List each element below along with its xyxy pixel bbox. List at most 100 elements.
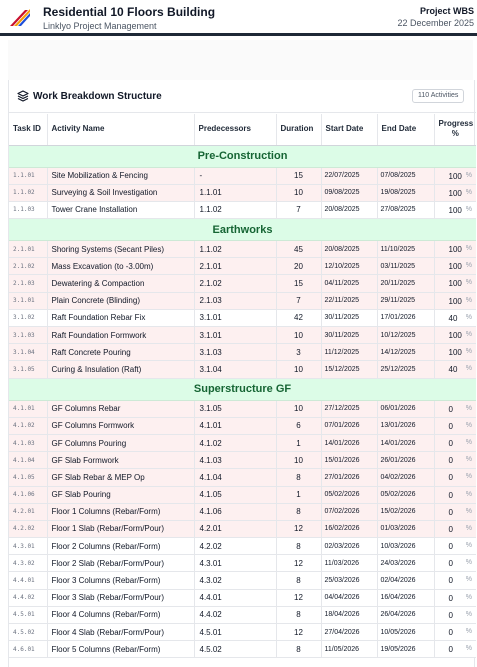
table-row[interactable]: 4.1.03 GF Columns Pouring 4.1.02 1 14/01/202… (9, 434, 476, 453)
progress-cell[interactable]: 40% (434, 309, 476, 328)
table-row[interactable]: 4.5.01 Floor 4 Columns (Rebar/Form) 4.4.02… (9, 606, 476, 625)
progress-cell[interactable]: 100% (434, 167, 476, 185)
table-row[interactable]: 1.1.03 Tower Crane Installation 1.1.02 7 20/… (9, 201, 476, 220)
progress-value[interactable]: 0 (449, 439, 453, 448)
table-row[interactable]: 4.1.05 GF Slab Rebar & MEP Op 4.1.04 8 27/01… (9, 468, 476, 487)
table-row[interactable]: 4.1.04 GF Slab Formwork 4.1.03 10 15/01/2026… (9, 451, 476, 470)
column-header-task-id[interactable]: Task ID (9, 114, 48, 146)
progress-cell[interactable]: 100% (434, 343, 476, 362)
table-row[interactable]: 2.1.03 Dewatering & Compaction 2.1.02 15 04/… (9, 274, 476, 293)
activity-name-cell: GF Slab Formwork (47, 451, 195, 470)
progress-value[interactable]: 0 (449, 559, 453, 568)
progress-cell[interactable]: 0% (434, 486, 476, 504)
table-row[interactable]: 3.1.01 Plain Concrete (Blinding) 2.1.03 7 22… (9, 292, 476, 310)
progress-value[interactable]: 0 (449, 491, 453, 500)
table-row[interactable]: 2.1.02 Mass Excavation (to -3.00m) 2.1.01 2… (9, 257, 476, 276)
table-row[interactable]: 4.1.02 GF Columns Formwork 4.1.01 6 07/01/20… (9, 417, 476, 435)
progress-cell[interactable]: 100% (434, 292, 476, 310)
activity-name-cell: Dewatering & Compaction (47, 274, 195, 293)
progress-cell[interactable]: 100% (434, 274, 476, 293)
table-row[interactable]: 3.1.02 Raft Foundation Rebar Fix 3.1.01 42 3… (9, 309, 476, 328)
progress-value[interactable]: 100 (449, 189, 462, 198)
progress-value[interactable]: 100 (449, 331, 462, 340)
percent-sign: % (465, 610, 472, 618)
progress-value[interactable]: 0 (449, 645, 453, 654)
progress-cell[interactable]: 0% (434, 400, 476, 418)
progress-value[interactable]: 100 (449, 172, 462, 181)
progress-cell[interactable]: 40% (434, 360, 476, 379)
activity-name-cell: Floor 1 Slab (Rebar/Form/Pour) (47, 520, 195, 539)
progress-cell[interactable]: 0% (434, 571, 476, 590)
column-header-progress[interactable]: Progress % (434, 114, 476, 146)
progress-cell[interactable]: 0% (434, 589, 476, 607)
progress-cell[interactable]: 100% (434, 240, 476, 259)
column-header-predecessors[interactable]: Predecessors (194, 114, 277, 146)
progress-cell[interactable]: 0% (434, 623, 476, 642)
predecessors-cell: 4.1.03 (194, 451, 277, 470)
table-row[interactable]: 1.1.01 Site Mobilization & Fencing -15 22/0… (9, 167, 476, 185)
column-header-end-date[interactable]: End Date (377, 114, 435, 146)
table-row[interactable]: 4.5.02 Floor 4 Slab (Rebar/Form/Pour) 4.5.… (9, 623, 476, 642)
table-row[interactable]: 4.4.01 Floor 3 Columns (Rebar/Form) 4.3.02… (9, 571, 476, 590)
progress-value[interactable]: 0 (449, 508, 453, 517)
table-row[interactable]: 3.1.03 Raft Foundation Formwork 3.1.01 10 30… (9, 326, 476, 345)
table-row[interactable]: 1.1.02 Surveying & Soil Investigation 1.1.… (9, 184, 476, 202)
task-id-cell: 4.1.06 (9, 486, 48, 504)
table-row[interactable]: 3.1.04 Raft Concrete Pouring 3.1.03 3 11/12/… (9, 343, 476, 362)
progress-value[interactable]: 40 (449, 314, 458, 323)
progress-cell[interactable]: 0% (434, 606, 476, 625)
table-row[interactable]: 4.2.02 Floor 1 Slab (Rebar/Form/Pour) 4.2.… (9, 520, 476, 539)
progress-value[interactable]: 40 (449, 365, 458, 374)
progress-value[interactable]: 100 (449, 262, 462, 271)
table-row[interactable]: 4.4.02 Floor 3 Slab (Rebar/Form/Pour) 4.4.… (9, 589, 476, 607)
progress-cell[interactable]: 0% (434, 451, 476, 470)
progress-value[interactable]: 0 (449, 525, 453, 534)
progress-value[interactable]: 0 (449, 628, 453, 637)
progress-cell[interactable]: 0% (434, 520, 476, 539)
table-row[interactable]: 4.3.02 Floor 2 Slab (Rebar/Form/Pour) 4.3.… (9, 554, 476, 573)
progress-value[interactable]: 0 (449, 542, 453, 551)
activity-name-cell: GF Columns Rebar (47, 400, 195, 418)
progress-value[interactable]: 0 (449, 576, 453, 585)
start-date-cell: 30/11/2025 (321, 309, 378, 328)
end-date-cell: 14/01/2026 (377, 434, 435, 453)
progress-value[interactable]: 100 (449, 279, 462, 288)
table-row[interactable]: 2.1.01 Shoring Systems (Secant Piles) 1.1.… (9, 240, 476, 259)
progress-value[interactable]: 100 (449, 245, 462, 254)
duration-cell: 8 (276, 640, 322, 659)
table-row[interactable]: 4.1.01 GF Columns Rebar 3.1.05 10 27/12/2025… (9, 400, 476, 418)
progress-cell[interactable]: 0% (434, 434, 476, 453)
progress-cell[interactable]: 0% (434, 417, 476, 435)
progress-cell[interactable]: 0% (434, 503, 476, 521)
progress-value[interactable]: 0 (449, 611, 453, 620)
table-row[interactable]: 3.1.05 Curing & Insulation (Raft) 3.1.04 10… (9, 360, 476, 379)
progress-cell[interactable]: 0% (434, 554, 476, 573)
table-row[interactable]: 4.2.01 Floor 1 Columns (Rebar/Form) 4.1.06… (9, 503, 476, 521)
progress-value[interactable]: 0 (449, 473, 453, 482)
progress-value[interactable]: 0 (449, 422, 453, 431)
progress-cell[interactable]: 100% (434, 326, 476, 345)
start-date-cell: 22/07/2025 (321, 167, 378, 185)
progress-cell[interactable]: 0% (434, 537, 476, 556)
progress-value[interactable]: 0 (449, 405, 453, 414)
progress-value[interactable]: 100 (449, 297, 462, 306)
progress-cell[interactable]: 100% (434, 257, 476, 276)
progress-cell[interactable]: 100% (434, 184, 476, 202)
table-row[interactable]: 4.6.01 Floor 5 Columns (Rebar/Form) 4.5.02… (9, 640, 476, 659)
task-id-cell: 2.1.03 (9, 274, 48, 293)
column-header-start-date[interactable]: Start Date (321, 114, 378, 146)
progress-cell[interactable]: 100% (434, 201, 476, 220)
progress-value[interactable]: 0 (449, 456, 453, 465)
duration-cell: 10 (276, 400, 322, 418)
progress-value[interactable]: 100 (449, 206, 462, 215)
progress-value[interactable]: 100 (449, 348, 462, 357)
table-row[interactable]: 4.1.06 GF Slab Pouring 4.1.05 1 05/02/2026 05… (9, 486, 476, 504)
start-date-cell: 27/04/2026 (321, 623, 378, 642)
column-header-duration[interactable]: Duration (276, 114, 322, 146)
progress-cell[interactable]: 0% (434, 468, 476, 487)
column-header-activity-name[interactable]: Activity Name (47, 114, 195, 146)
table-row[interactable]: 4.3.01 Floor 2 Columns (Rebar/Form) 4.2.02… (9, 537, 476, 556)
percent-sign: % (465, 559, 472, 567)
progress-value[interactable]: 0 (449, 594, 453, 603)
progress-cell[interactable]: 0% (434, 640, 476, 659)
